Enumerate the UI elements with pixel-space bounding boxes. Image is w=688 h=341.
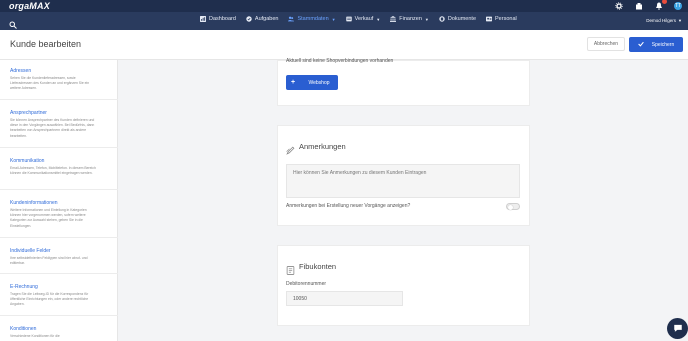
chevron-down-icon: ▼	[424, 16, 429, 22]
notes-textarea[interactable]	[286, 164, 520, 198]
sidebar-item-individuelle-felder[interactable]: Individuelle Felder Ihre selbstdefiniert…	[0, 238, 118, 274]
chevron-down-icon: ▼	[678, 18, 682, 23]
section-sidebar: Adressen Sehen Sie die Kundenlieferadres…	[0, 60, 118, 341]
notes-toggle-label: Anmerkungen bei Erstellung neuer Vorgäng…	[286, 203, 411, 209]
nav-item-verkauf[interactable]: Verkauf ▼	[345, 16, 381, 22]
chevron-down-icon: ▼	[376, 16, 381, 22]
tasks-icon	[246, 16, 252, 22]
cart-icon	[345, 16, 352, 22]
nav-item-personal[interactable]: Personal	[486, 16, 517, 22]
nav-label: Personal	[495, 16, 517, 22]
plus-icon: +	[290, 79, 296, 86]
sidebar-item-title[interactable]: E-Rechnung	[10, 284, 38, 290]
bell-icon[interactable]	[654, 0, 667, 10]
nav-item-aufgaben[interactable]: Aufgaben	[246, 16, 279, 22]
users-icon	[288, 16, 295, 22]
debitor-label: Debitorennummer	[286, 281, 327, 287]
nav-item-finanzen[interactable]: Finanzen ▼	[390, 16, 429, 22]
nav-item-stammdaten[interactable]: Stammdaten ▼	[288, 16, 336, 22]
webshop-empty-text: Aktuell sind keine Shopverbindungen vorh…	[286, 58, 394, 64]
personnel-icon	[486, 16, 493, 22]
nav-item-dokumente[interactable]: Dokumente	[439, 16, 476, 22]
sidebar-item-ansprechpartner[interactable]: Ansprechpartner Sie können Ansprechpartn…	[0, 100, 118, 148]
notification-badge	[662, 0, 667, 4]
sidebar-item-e-rechnung[interactable]: E-Rechnung Tragen Sie die Leitweg-ID für…	[0, 274, 118, 316]
notes-toggle[interactable]	[506, 203, 520, 210]
nav-label: Dashboard	[209, 16, 236, 22]
chat-icon	[673, 320, 683, 338]
sidebar-item-desc: Sehen Sie die Kundenlieferadressen, sowi…	[10, 76, 90, 91]
avatar[interactable]: TT	[674, 1, 682, 10]
webshop-button-label: Webshop	[308, 79, 330, 86]
sidebar-item-title[interactable]: Konditionen	[10, 326, 36, 332]
sidebar-item-desc: Sie können Ansprechpartner des Kunden de…	[10, 118, 95, 138]
fibu-heading: Fibukonten	[299, 262, 337, 271]
cancel-button[interactable]: Abbrechen	[587, 37, 625, 51]
user-menu[interactable]: Demod Hilgers ▼	[646, 18, 682, 23]
check-icon	[637, 41, 644, 49]
sidebar-item-desc: Email-Adressen, Telefon, Mobiltelefon. I…	[10, 166, 96, 176]
toggle-knob	[508, 204, 513, 210]
nav-label: Stammdaten	[297, 16, 329, 22]
app-logo[interactable]: orgaMAX	[9, 1, 50, 11]
documents-icon	[439, 16, 445, 22]
notes-icon	[286, 142, 295, 155]
sidebar-item-desc: Ihre selbstdefinierten Feldtypen sind hi…	[10, 256, 88, 266]
sidebar-item-title[interactable]: Adressen	[10, 68, 31, 74]
notes-heading: Anmerkungen	[299, 142, 346, 151]
sidebar-item-title[interactable]: Individuelle Felder	[10, 248, 51, 254]
sidebar-item-desc: Tragen Sie die Leitweg-ID für die Korres…	[10, 292, 89, 307]
dashboard-icon	[200, 16, 206, 22]
sidebar-item-title[interactable]: Ansprechpartner	[10, 110, 47, 116]
save-button[interactable]: Speichern	[629, 37, 683, 52]
top-bar: orgaMAX TT	[0, 0, 688, 12]
nav-label: Dokumente	[447, 16, 477, 22]
sidebar-item-kommunikation[interactable]: Kommunikation Email-Adressen, Telefon, M…	[0, 148, 118, 190]
page-title: Kunde bearbeiten	[10, 39, 82, 49]
sidebar-item-title[interactable]: Kommunikation	[10, 158, 44, 164]
debitor-input[interactable]	[286, 291, 403, 306]
building-icon[interactable]	[634, 1, 644, 10]
sidebar-item-konditionen[interactable]: Konditionen Verschiedene Konditionen für…	[0, 316, 118, 341]
page-header: Kunde bearbeiten	[0, 30, 688, 60]
user-name: Demod Hilgers	[646, 18, 677, 23]
add-webshop-button[interactable]: + Webshop	[286, 75, 338, 90]
main-nav: Dashboard Aufgaben Stammdaten ▼ Verkauf …	[0, 12, 688, 30]
sidebar-item-adressen[interactable]: Adressen Sehen Sie die Kundenlieferadres…	[0, 60, 118, 100]
top-icons: TT	[614, 0, 682, 10]
sidebar-item-desc: Verschiedene Konditionen für die	[10, 334, 60, 338]
nav-label: Verkauf	[354, 16, 374, 22]
sidebar-item-title[interactable]: Kundeninformationen	[10, 200, 58, 206]
nav-label: Aufgaben	[254, 16, 279, 22]
sidebar-item-desc: Weitere Informationen und Einteilung in …	[10, 208, 87, 228]
nav-label: Finanzen	[399, 16, 422, 22]
chat-button[interactable]	[667, 318, 688, 339]
nav-item-dashboard[interactable]: Dashboard	[200, 16, 236, 22]
chevron-down-icon: ▼	[331, 16, 336, 22]
nav-items: Dashboard Aufgaben Stammdaten ▼ Verkauf …	[200, 16, 517, 22]
bank-icon	[390, 16, 397, 22]
gear-icon[interactable]	[614, 1, 624, 10]
ledger-icon	[286, 262, 295, 275]
search-icon[interactable]	[9, 16, 17, 29]
save-button-label: Speichern	[651, 41, 675, 48]
sidebar-item-kundeninformationen[interactable]: Kundeninformationen Weitere Informatione…	[0, 190, 118, 238]
